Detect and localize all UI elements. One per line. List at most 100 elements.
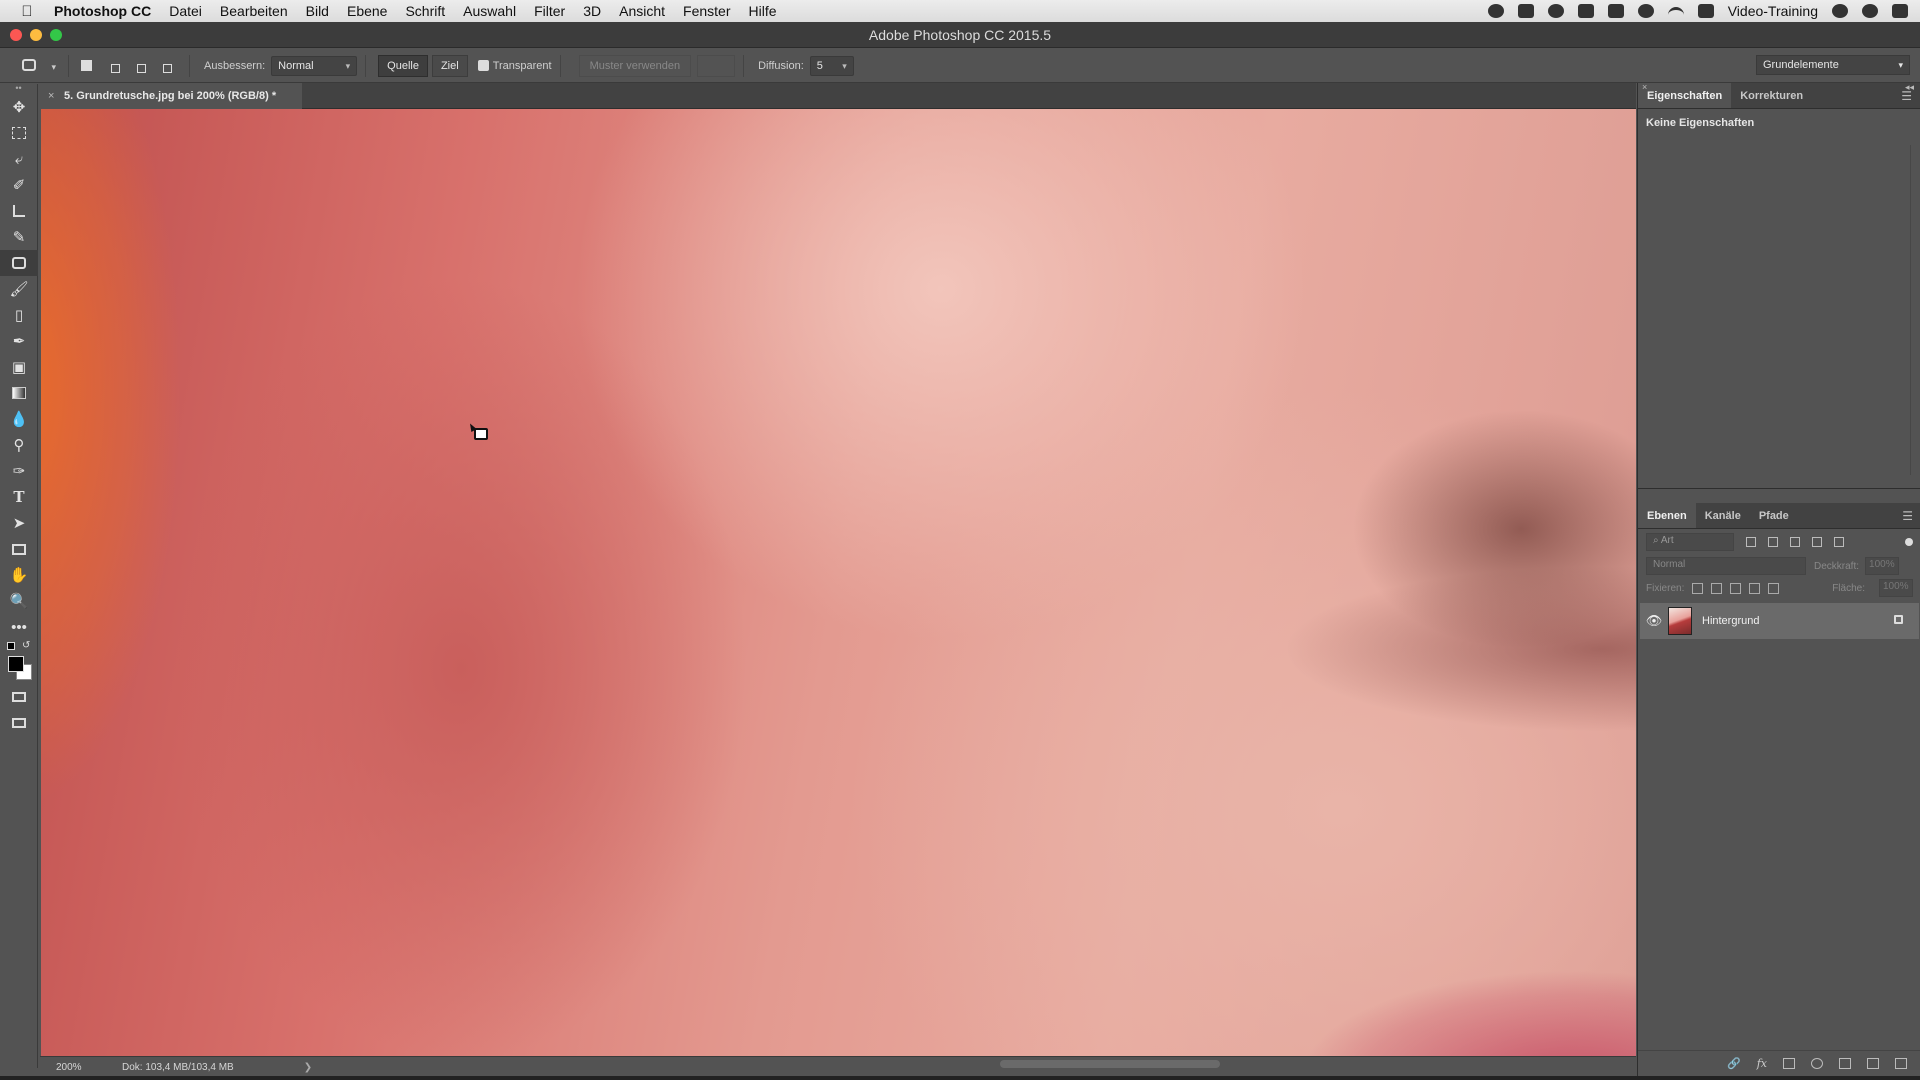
blend-mode-select[interactable]: Normal [1646, 557, 1806, 575]
type-tool[interactable]: T [0, 484, 38, 510]
path-selection-tool[interactable]: ➤ [0, 510, 38, 536]
filter-adjustment-icon[interactable] [1768, 537, 1778, 547]
record-icon[interactable] [1487, 4, 1504, 18]
horizontal-scrollbar[interactable] [1000, 1060, 1220, 1068]
new-group-icon[interactable] [1839, 1058, 1851, 1069]
airplay-icon[interactable] [1697, 4, 1714, 18]
default-colors-icon[interactable] [7, 642, 15, 650]
image-canvas[interactable] [41, 109, 1636, 1057]
close-window-button[interactable] [10, 29, 22, 41]
user-name[interactable]: Video-Training [1728, 3, 1818, 19]
siri-icon[interactable] [1862, 4, 1878, 18]
foreground-color-swatch[interactable] [8, 656, 24, 672]
quelle-button[interactable]: Quelle [378, 54, 428, 77]
lock-transparency-icon[interactable] [1692, 582, 1704, 594]
lasso-tool[interactable]: ⤶ [0, 146, 38, 172]
notification-center-icon[interactable] [1892, 4, 1908, 18]
minimize-window-button[interactable] [30, 29, 42, 41]
lock-all-icon[interactable] [1768, 582, 1780, 594]
zoom-tool[interactable]: 🔍 [0, 588, 38, 614]
eyedropper-tool[interactable]: ✎ [0, 224, 38, 250]
opacity-input[interactable]: 100% [1865, 557, 1900, 575]
marquee-tool[interactable] [0, 120, 38, 146]
blur-tool[interactable]: 💧 [0, 406, 38, 432]
edit-toolbar-button[interactable]: ••• [0, 614, 38, 640]
patch-tool[interactable] [0, 250, 38, 276]
close-icon[interactable]: × [48, 83, 54, 109]
close-panel-icon[interactable]: × [1642, 82, 1647, 92]
add-mask-icon[interactable] [1783, 1058, 1795, 1069]
brush-tool[interactable]: 🖌 [0, 276, 38, 302]
subtract-selection-button[interactable] [129, 56, 149, 76]
filter-pixel-icon[interactable] [1746, 537, 1756, 547]
hand-tool[interactable]: ✋ [0, 562, 38, 588]
filter-smart-object-icon[interactable] [1834, 537, 1844, 547]
dropbox-icon[interactable] [1517, 4, 1534, 18]
new-selection-button[interactable] [77, 56, 97, 76]
bluetooth-icon[interactable] [1637, 4, 1654, 18]
menu-datei[interactable]: Datei [169, 3, 202, 19]
pattern-picker[interactable] [697, 54, 736, 77]
add-selection-button[interactable] [103, 56, 123, 76]
menu-ansicht[interactable]: Ansicht [619, 3, 665, 19]
history-brush-tool[interactable]: ✒ [0, 328, 38, 354]
workspace-select[interactable]: Grundelemente ▾ [1756, 55, 1910, 75]
status-menu-arrow-icon[interactable]: ❯ [304, 1062, 312, 1073]
properties-scrollbar[interactable] [1910, 145, 1918, 475]
move-tool[interactable]: ✥ [0, 94, 38, 120]
adjustment-layer-icon[interactable] [1811, 1058, 1823, 1069]
lock-artboard-icon[interactable] [1749, 582, 1761, 594]
layer-item[interactable]: 👁 Hintergrund [1640, 603, 1919, 639]
tab-eigenschaften[interactable]: Eigenschaften [1638, 83, 1732, 108]
filter-shape-icon[interactable] [1812, 537, 1822, 547]
dodge-tool[interactable]: ⚲ [0, 432, 38, 458]
layer-filter-select[interactable]: ⌕ Art [1646, 533, 1734, 551]
wifi-icon[interactable] [1667, 7, 1684, 15]
menu-schrift[interactable]: Schrift [405, 3, 445, 19]
crop-tool[interactable] [0, 198, 38, 224]
lock-position-icon[interactable] [1730, 582, 1742, 594]
ausbessern-select[interactable]: Normal ▾ [271, 55, 358, 76]
creative-cloud-icon[interactable] [1547, 4, 1564, 18]
filter-toggle[interactable] [1905, 538, 1913, 546]
muster-verwenden-button[interactable]: Muster verwenden [578, 54, 692, 77]
menu-bearbeiten[interactable]: Bearbeiten [220, 3, 288, 19]
menu-ebene[interactable]: Ebene [347, 3, 387, 19]
zoom-window-button[interactable] [50, 29, 62, 41]
swap-colors-icon[interactable]: ↺ [22, 640, 30, 651]
menu-3d[interactable]: 3D [583, 3, 601, 19]
quick-selection-tool[interactable]: ✐ [0, 172, 38, 198]
intersect-selection-button[interactable] [155, 56, 175, 76]
tab-ebenen[interactable]: Ebenen [1638, 503, 1696, 528]
quick-mask-button[interactable] [0, 684, 38, 710]
zoom-level[interactable]: 200% [40, 1062, 110, 1073]
menu-filter[interactable]: Filter [534, 3, 565, 19]
rectangle-tool[interactable] [0, 536, 38, 562]
pen-tool[interactable]: ✑ [0, 458, 38, 484]
toolbar-grip[interactable]: •• [0, 84, 37, 94]
apple-menu-icon[interactable]:  [0, 3, 54, 20]
menu-hilfe[interactable]: Hilfe [749, 3, 777, 19]
menu-fenster[interactable]: Fenster [683, 3, 730, 19]
visibility-eye-icon[interactable]: 👁 [1640, 613, 1668, 629]
filter-type-icon[interactable] [1790, 537, 1800, 547]
menu-auswahl[interactable]: Auswahl [463, 3, 516, 19]
ziel-button[interactable]: Ziel [431, 54, 468, 77]
spotlight-icon[interactable] [1832, 4, 1848, 18]
screen-mode-button[interactable] [0, 710, 38, 736]
lock-image-icon[interactable] [1711, 582, 1723, 594]
document-tab[interactable]: × 5. Grundretusche.jpg bei 200% (RGB/8) … [40, 83, 302, 109]
sync-icon[interactable] [1607, 4, 1624, 18]
eraser-tool[interactable]: ▣ [0, 354, 38, 380]
layer-style-icon[interactable]: fx [1757, 1057, 1767, 1070]
delete-layer-icon[interactable] [1895, 1058, 1907, 1069]
battery-icon[interactable] [1577, 4, 1594, 18]
panel-menu-icon[interactable]: ☰ [1902, 503, 1913, 529]
tab-pfade[interactable]: Pfade [1750, 503, 1798, 528]
new-layer-icon[interactable] [1867, 1058, 1879, 1069]
clone-stamp-tool[interactable]: ▯ [0, 302, 38, 328]
collapse-panel-icon[interactable]: ◂◂ [1905, 82, 1914, 93]
tab-korrekturen[interactable]: Korrekturen [1731, 83, 1812, 108]
tab-kanaele[interactable]: Kanäle [1696, 503, 1750, 528]
layer-name[interactable]: Hintergrund [1702, 615, 1759, 627]
